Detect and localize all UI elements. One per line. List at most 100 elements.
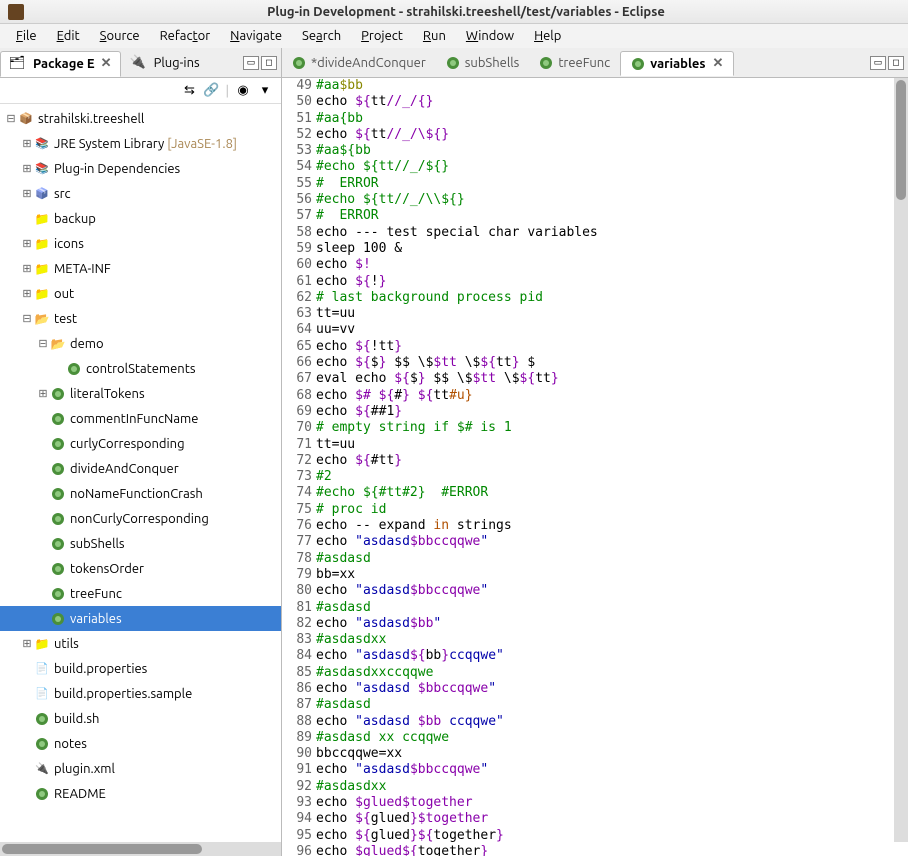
- expander-icon[interactable]: ⊟: [20, 312, 34, 325]
- shell-file-icon: [631, 57, 645, 71]
- tree-label: strahilski.treeshell: [38, 112, 144, 126]
- tree-item-divideAndConquer[interactable]: divideAndConquer: [0, 456, 281, 481]
- menu-window[interactable]: Window: [458, 27, 522, 45]
- expander-icon[interactable]: ⊞: [20, 187, 34, 200]
- tree-item-commentInFuncName[interactable]: commentInFuncName: [0, 406, 281, 431]
- tree-item-utils[interactable]: ⊞ utils: [0, 631, 281, 656]
- expander-icon[interactable]: ⊞: [36, 387, 50, 400]
- tree-item-src[interactable]: ⊞ src: [0, 181, 281, 206]
- tree-label: build.properties.sample: [54, 687, 192, 701]
- tree-item-literalTokens[interactable]: ⊞ literalTokens: [0, 381, 281, 406]
- tab-divideAndConquer[interactable]: *divideAndConquer: [282, 52, 436, 74]
- folder-open-icon: [34, 311, 50, 327]
- tree-item-variables[interactable]: variables: [0, 606, 281, 631]
- folder-icon: [34, 286, 50, 302]
- view-menu-icon[interactable]: ▾: [257, 83, 273, 99]
- expander-icon[interactable]: ⊞: [20, 262, 34, 275]
- tree-label: utils: [54, 637, 79, 651]
- plugins-icon: 🔌: [130, 55, 146, 71]
- tree-label: src: [54, 187, 71, 201]
- tab-plugins[interactable]: 🔌 Plug-ins: [121, 50, 209, 76]
- minimize-editor-icon[interactable]: ▭: [870, 56, 886, 70]
- tree-scrollbar-h[interactable]: [0, 842, 281, 856]
- focus-task-icon[interactable]: ◉: [235, 83, 251, 99]
- menu-source[interactable]: Source: [92, 27, 148, 45]
- menu-refactor[interactable]: Refactor: [152, 27, 219, 45]
- package-tree[interactable]: ⊟📦strahilski.treeshell ⊞ JRE System Librar…: [0, 104, 281, 842]
- tree-item-meta[interactable]: ⊞ META-INF: [0, 256, 281, 281]
- menu-project[interactable]: Project: [353, 27, 411, 45]
- tree-label: JRE System Library [JavaSE-1.8]: [54, 137, 237, 151]
- expander-icon[interactable]: ⊞: [20, 162, 34, 175]
- app-icon: [8, 4, 24, 20]
- expander-icon[interactable]: ⊞: [20, 137, 34, 150]
- tab-treeFunc[interactable]: treeFunc: [529, 52, 620, 74]
- tree-label: nonCurlyCorresponding: [70, 512, 209, 526]
- tab-variables[interactable]: variables ✕: [620, 51, 734, 76]
- expander-icon[interactable]: ⊞: [20, 237, 34, 250]
- tree-item-buildpropssample[interactable]: build.properties.sample: [0, 681, 281, 706]
- menu-file[interactable]: File: [8, 27, 45, 45]
- menu-navigate[interactable]: Navigate: [222, 27, 290, 45]
- editor-body[interactable]: 4950515253545556575859606162636465666768…: [282, 78, 908, 856]
- expander-icon[interactable]: ⊞: [20, 637, 34, 650]
- tree-label: icons: [54, 237, 84, 251]
- folder-icon: [34, 211, 50, 227]
- code-content[interactable]: #aa$bbecho ${tt//_/{}#aa{bbecho ${tt//_/…: [316, 78, 908, 856]
- tree-item-backup[interactable]: backup: [0, 206, 281, 231]
- editor-scrollbar-v[interactable]: [894, 78, 908, 842]
- tree-label: demo: [70, 337, 104, 351]
- shell-file-icon: [51, 412, 65, 426]
- tree-item-root[interactable]: ⊟📦strahilski.treeshell: [0, 106, 281, 131]
- menu-run[interactable]: Run: [415, 27, 454, 45]
- tree-item-test[interactable]: ⊟test: [0, 306, 281, 331]
- tree-item-plugdeps[interactable]: ⊞ Plug-in Dependencies: [0, 156, 281, 181]
- tree-label: literalTokens: [70, 387, 145, 401]
- tree-label: out: [54, 287, 74, 301]
- left-view-tabs: 🗂 Package E ✕ 🔌 Plug-ins ▭ ◻: [0, 48, 281, 78]
- tab-subShells[interactable]: subShells: [436, 52, 530, 74]
- shell-file-icon: [51, 387, 65, 401]
- maximize-editor-icon[interactable]: ◻: [888, 56, 904, 70]
- tree-item-noNameFunctionCrash[interactable]: noNameFunctionCrash: [0, 481, 281, 506]
- tree-label: META-INF: [54, 262, 111, 276]
- collapse-all-icon[interactable]: ⇆: [182, 83, 198, 99]
- tree-item-out[interactable]: ⊞ out: [0, 281, 281, 306]
- tab-package-explorer[interactable]: 🗂 Package E ✕: [0, 51, 121, 77]
- jar-icon: [34, 136, 50, 152]
- close-icon[interactable]: ✕: [101, 56, 112, 71]
- editor-controls: ▭ ◻: [870, 56, 908, 70]
- expander-icon[interactable]: ⊟: [4, 112, 18, 125]
- tree-item-demo[interactable]: ⊟ demo: [0, 331, 281, 356]
- link-editor-icon[interactable]: 🔗: [204, 83, 220, 99]
- expander-icon[interactable]: ⊞: [20, 287, 34, 300]
- folder-icon: [34, 236, 50, 252]
- tree-item-pluginxml[interactable]: 🔌plugin.xml: [0, 756, 281, 781]
- tree-item-subShells[interactable]: subShells: [0, 531, 281, 556]
- tree-item-tokensOrder[interactable]: tokensOrder: [0, 556, 281, 581]
- expander-icon[interactable]: ⊟: [36, 337, 50, 350]
- tree-label: plugin.xml: [54, 762, 115, 776]
- tree-item-nonCurlyCorresponding[interactable]: nonCurlyCorresponding: [0, 506, 281, 531]
- menu-search[interactable]: Search: [294, 27, 349, 45]
- maximize-view-icon[interactable]: ◻: [261, 56, 277, 70]
- tree-item-treeFunc[interactable]: treeFunc: [0, 581, 281, 606]
- tree-item-jre[interactable]: ⊞ JRE System Library [JavaSE-1.8]: [0, 131, 281, 156]
- shell-file-icon: [539, 56, 553, 70]
- shell-file-icon: [51, 462, 65, 476]
- close-icon[interactable]: ✕: [713, 56, 724, 71]
- menu-help[interactable]: Help: [526, 27, 569, 45]
- shell-file-icon: [51, 562, 65, 576]
- tree-item-icons[interactable]: ⊞ icons: [0, 231, 281, 256]
- tree-item-buildsh[interactable]: build.sh: [0, 706, 281, 731]
- menu-edit[interactable]: Edit: [49, 27, 88, 45]
- tree-item-readme[interactable]: README: [0, 781, 281, 806]
- tree-item-buildprops[interactable]: build.properties: [0, 656, 281, 681]
- tree-item-controlStatements[interactable]: controlStatements: [0, 356, 281, 381]
- tree-item-notes[interactable]: notes: [0, 731, 281, 756]
- minimize-view-icon[interactable]: ▭: [243, 56, 259, 70]
- tree-label: build.properties: [54, 662, 147, 676]
- shell-file-icon: [51, 587, 65, 601]
- tree-label: Plug-in Dependencies: [54, 162, 180, 176]
- tree-item-curlyCorresponding[interactable]: curlyCorresponding: [0, 431, 281, 456]
